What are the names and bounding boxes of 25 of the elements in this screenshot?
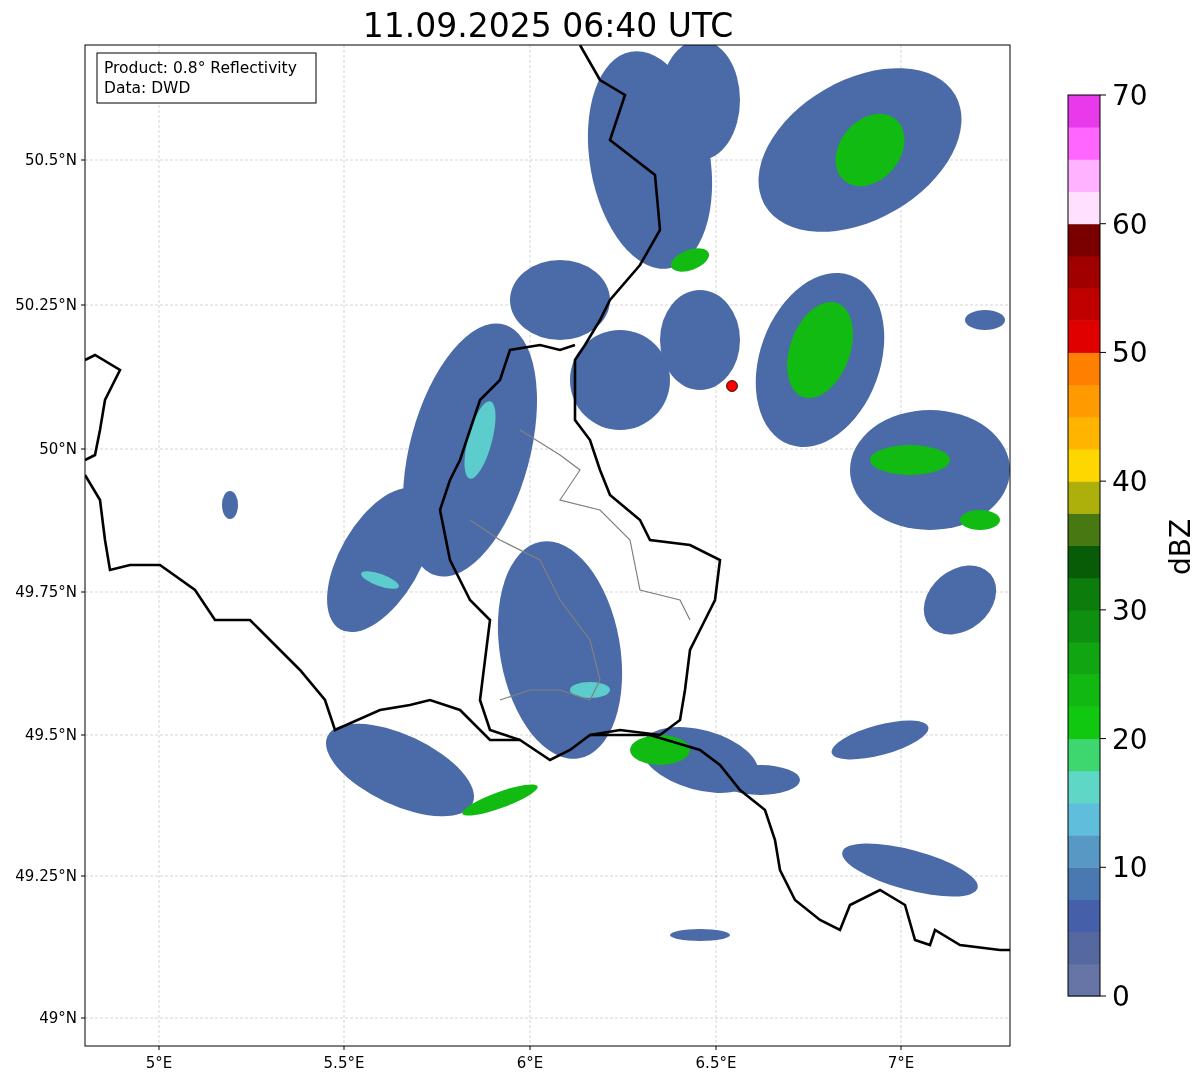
colorbar-tick-label: 20 (1112, 722, 1148, 756)
legend-text: Product: 0.8° Reflectivity (104, 59, 297, 77)
colorbar-tick-label: 40 (1112, 465, 1148, 499)
longitude-label: 5.5°E (323, 1054, 365, 1072)
colorbar-tick-label: 70 (1112, 79, 1148, 112)
latitude-label: 49.5°N (24, 726, 77, 744)
chart-title: 11.09.2025 06:40 UTC (362, 6, 734, 45)
latitude-label: 50°N (39, 440, 77, 458)
latitude-label: 50.25°N (15, 296, 77, 314)
latitude-label: 49.75°N (15, 583, 77, 601)
latitude-label: 49.25°N (15, 867, 77, 885)
radar-site-marker (726, 380, 738, 392)
longitude-label: 6.5°E (695, 1054, 737, 1072)
colorbar-tick-label: 30 (1112, 593, 1148, 627)
colorbar-label: dBZ (1164, 518, 1197, 576)
longitude-label: 6°E (516, 1054, 544, 1072)
legend-text: Data: DWD (104, 79, 191, 97)
colorbar-tick-label: 60 (1112, 207, 1148, 241)
colorbar-tick-label: 10 (1112, 851, 1148, 885)
latitude-label: 50.5°N (24, 151, 77, 169)
longitude-label: 5°E (145, 1054, 173, 1072)
colorbar-tick-label: 0 (1112, 980, 1130, 1013)
latitude-label: 49°N (39, 1009, 77, 1027)
longitude-label: 7°E (887, 1054, 915, 1072)
colorbar-tick-label: 50 (1112, 336, 1148, 370)
